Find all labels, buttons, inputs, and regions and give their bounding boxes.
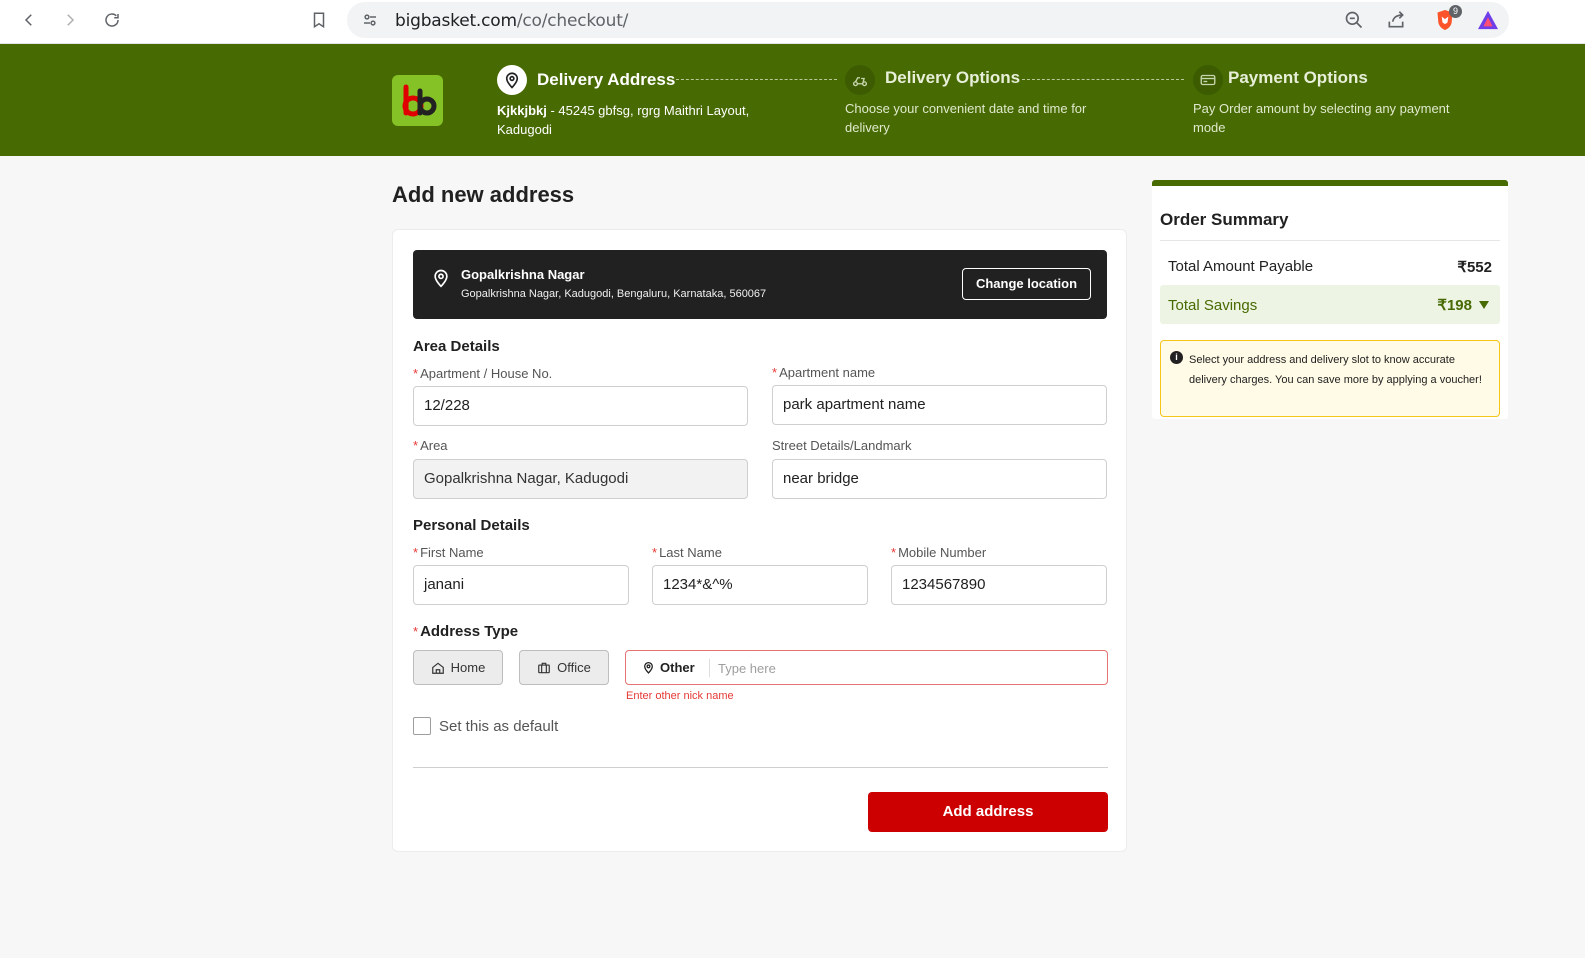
total-savings-value: ₹198 (1437, 296, 1490, 314)
home-icon (431, 662, 444, 674)
other-nickname-error: Enter other nick name (626, 690, 734, 702)
location-pin-icon (644, 661, 653, 674)
step-title: Delivery Address (537, 70, 676, 89)
checkout-header: Delivery Address Kjkkjbkj - 45245 gbfsg,… (0, 44, 1585, 156)
add-address-button[interactable]: Add address (868, 792, 1108, 832)
location-title: Gopalkrishna Nagar (461, 267, 585, 282)
back-icon[interactable] (16, 7, 42, 33)
url-path: /co/checkout/ (516, 11, 629, 31)
summary-divider (1160, 240, 1500, 241)
site-settings-icon[interactable] (357, 7, 383, 33)
caret-down-icon (1479, 301, 1489, 309)
location-subtitle: Gopalkrishna Nagar, Kadugodi, Bengaluru,… (461, 288, 767, 300)
url-domain: bigbasket.com (395, 11, 517, 31)
set-default-checkbox[interactable] (413, 717, 431, 735)
notice-text: Select your address and delivery slot to… (1189, 354, 1482, 386)
first-name-input[interactable]: janani (413, 565, 629, 605)
change-location-button[interactable]: Change location (962, 268, 1091, 300)
other-label: Other (660, 660, 695, 675)
step-description: Choose your convenient date and time for… (845, 101, 1087, 135)
last-name-input[interactable]: 1234*&^% (652, 565, 868, 605)
page-title: Add new address (392, 182, 575, 207)
office-label: Office (557, 660, 591, 675)
order-summary: Order Summary Total Amount Payable ₹552 … (1152, 180, 1508, 419)
other-nickname-input[interactable] (718, 655, 1098, 681)
address-type-heading: * Address Type (413, 623, 519, 640)
delivery-charge-notice: i Select your address and delivery slot … (1160, 340, 1500, 417)
info-icon: i (1170, 351, 1183, 364)
url-text: bigbasket.com/co/checkout/ (395, 11, 628, 31)
forward-icon[interactable] (57, 7, 83, 33)
order-summary-title: Order Summary (1160, 210, 1289, 229)
share-icon[interactable] (1384, 8, 1408, 32)
separator (709, 659, 710, 677)
set-default-label[interactable]: Set this as default (439, 718, 558, 735)
mobile-number-input[interactable]: 1234567890 (891, 565, 1107, 605)
address-type-other-field[interactable]: Other (625, 650, 1108, 685)
brave-rewards-icon[interactable] (1476, 8, 1500, 32)
home-label: Home (450, 660, 486, 675)
reload-icon[interactable] (99, 7, 125, 33)
location-pin-icon (434, 269, 448, 288)
total-amount-label: Total Amount Payable (1168, 258, 1314, 275)
area-input: Gopalkrishna Nagar, Kadugodi (413, 459, 748, 499)
other-option[interactable]: Other (642, 660, 695, 675)
step-title: Delivery Options (885, 68, 1021, 87)
step-connector (676, 79, 837, 80)
apartment-label: * Apartment name (772, 365, 876, 380)
savings-amount: ₹198 (1437, 297, 1472, 314)
address-form: Gopalkrishna Nagar Gopalkrishna Nagar, K… (392, 229, 1127, 852)
form-divider (413, 767, 1108, 768)
house-label: * Apartment / House No. (413, 366, 553, 381)
personal-details-heading: Personal Details (413, 517, 530, 534)
extension-badge: 9 (1449, 5, 1462, 18)
step-title: Payment Options (1228, 68, 1368, 87)
total-savings-row[interactable]: Total Savings ₹198 (1160, 285, 1500, 324)
step-description: Kjkkjbkj - 45245 gbfsg, rgrg Maithri Lay… (497, 101, 787, 139)
street-label: Street Details/Landmark (772, 438, 912, 453)
bigbasket-logo[interactable] (392, 75, 443, 126)
bookmark-icon[interactable] (306, 7, 332, 33)
zoom-icon[interactable] (1342, 8, 1366, 32)
last-name-label: * Last Name (652, 545, 722, 560)
step-description: Pay Order amount by selecting any paymen… (1193, 101, 1450, 135)
location-banner: Gopalkrishna Nagar Gopalkrishna Nagar, K… (413, 250, 1107, 319)
area-details-heading: Area Details (413, 338, 500, 355)
address-type-office-button[interactable]: Office (519, 650, 609, 685)
mobile-label: * Mobile Number (891, 545, 987, 560)
street-landmark-input[interactable]: near bridge (772, 459, 1107, 499)
card-icon (1193, 65, 1223, 95)
step-connector (1022, 79, 1184, 80)
address-bar[interactable]: bigbasket.com/co/checkout/ (347, 2, 1509, 38)
apartment-name-input[interactable]: park apartment name (772, 385, 1107, 425)
bb-logo-icon (402, 84, 436, 116)
total-amount-value: ₹552 (1457, 259, 1492, 276)
address-type-home-button[interactable]: Home (413, 650, 503, 685)
first-name-label: * First Name (413, 545, 484, 560)
scooter-icon (845, 65, 875, 95)
house-number-input[interactable]: 12/228 (413, 386, 748, 426)
browser-toolbar: bigbasket.com/co/checkout/ 9 (0, 0, 1585, 44)
briefcase-icon (538, 662, 550, 673)
area-label: * Area (413, 438, 448, 453)
location-pin-icon (497, 65, 527, 95)
saved-address-name: Kjkkjbkj (497, 103, 547, 118)
total-savings-label: Total Savings (1168, 297, 1258, 314)
